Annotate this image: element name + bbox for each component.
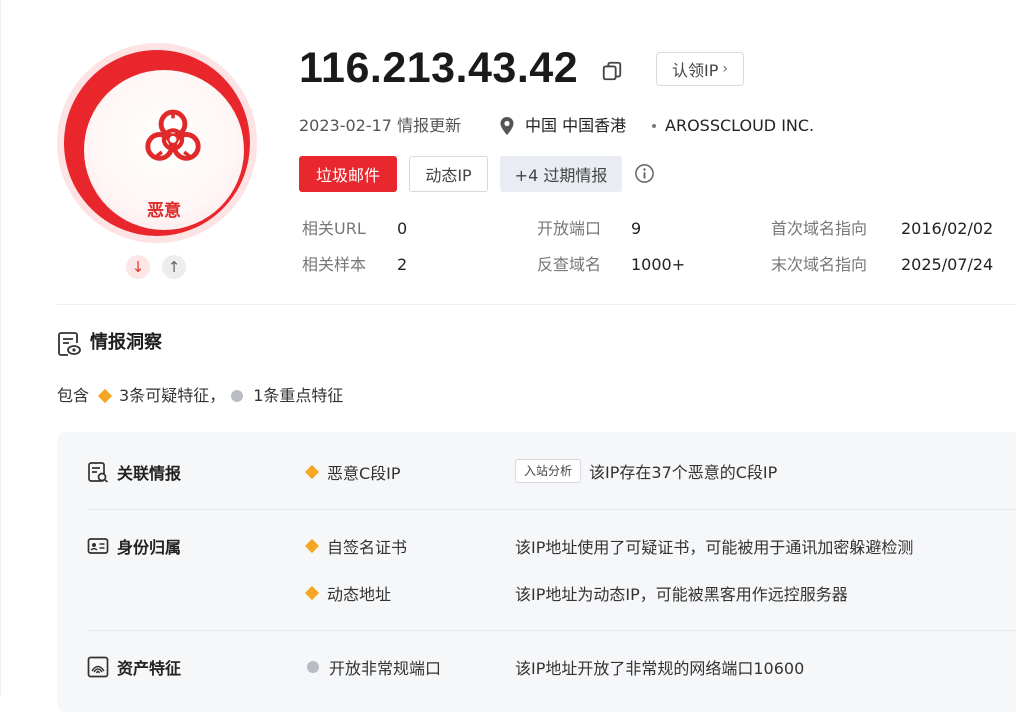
suspicious-marker-icon (304, 464, 320, 480)
feature-description: 该IP地址为动态IP，可能被黑客用作远控服务器 (515, 581, 848, 605)
organization-text: AROSSCLOUD INC. (665, 116, 815, 135)
feature-label: 恶意C段IP (327, 464, 401, 483)
feature-description: 该IP地址开放了非常规的网络端口10600 (515, 655, 804, 679)
stat-related-url-label: 相关URL (302, 219, 366, 238)
feature-label: 动态地址 (327, 585, 392, 604)
feature-label: 自签名证书 (327, 538, 408, 557)
update-date: 2023-02-17 (299, 116, 392, 135)
feature-malicious-c-segment[interactable]: 恶意C段IP (304, 460, 401, 484)
update-label: 情报更新 (397, 116, 462, 135)
category-label: 关联情报 (117, 464, 182, 483)
summary-prefix: 包含 (57, 386, 90, 405)
description-text: 该IP地址为动态IP，可能被黑客用作远控服务器 (515, 585, 848, 604)
category-label: 身份归属 (117, 538, 182, 557)
inbound-analysis-tag[interactable]: 入站分析 (515, 459, 582, 483)
row-divider (87, 509, 1016, 510)
stat-reverse-domain-value[interactable]: 1000+ (631, 254, 685, 276)
arrow-down-icon: ↓ (131, 258, 145, 276)
description-text: 该IP存在37个恶意的C段IP (589, 463, 778, 482)
summary-suspicious: 3条可疑特征， (119, 386, 226, 405)
tag-spam[interactable]: 垃圾邮件 (299, 156, 397, 192)
category-label: 资产特征 (117, 659, 182, 678)
suspicious-marker-icon (304, 538, 320, 554)
claim-ip-label: 认领IP (672, 61, 719, 80)
stat-last-domain-label: 末次域名指向 (771, 255, 868, 274)
tag-dynamic-ip[interactable]: 动态IP (409, 156, 488, 192)
category-asset: 资产特征 (87, 655, 181, 679)
key-marker-icon (231, 390, 244, 402)
related-intel-icon (88, 462, 109, 483)
stat-related-sample-label: 相关样本 (302, 255, 367, 274)
row-divider (87, 630, 1016, 631)
ip-address-title: 116.213.43.42 (299, 44, 579, 92)
page-edge (0, 0, 1, 697)
stat-related-url-value[interactable]: 0 (397, 218, 407, 240)
location-pin-icon (500, 117, 514, 135)
biohazard-icon (145, 109, 201, 161)
section-divider (57, 304, 1016, 305)
summary-key: 1条重点特征 (253, 386, 344, 405)
verdict-label: 恶意 (147, 201, 181, 221)
stat-open-ports-value[interactable]: 9 (631, 218, 641, 240)
feature-dynamic-address[interactable]: 动态地址 (304, 581, 392, 605)
chevron-right-icon: › (722, 61, 728, 77)
tag-expired-intel[interactable]: +4 过期情报 (500, 156, 622, 192)
insight-report-icon (58, 332, 81, 356)
description-text: 该IP地址开放了非常规的网络端口10600 (515, 659, 805, 678)
suspicious-marker-icon (304, 585, 320, 601)
feature-description: 该IP地址使用了可疑证书，可能被用于通讯加密躲避检测 (515, 534, 913, 558)
insight-summary: 包含 3条可疑特征， 1条重点特征 (57, 384, 343, 408)
stat-first-domain-value: 2016/02/02 (901, 219, 994, 238)
category-identity: 身份归属 (87, 534, 181, 558)
verdict-inner: 恶意 (84, 70, 244, 230)
category-related-intel: 关联情报 (87, 460, 181, 484)
verdict-ring: 恶意 (64, 50, 250, 236)
copy-icon[interactable] (601, 60, 623, 82)
claim-ip-button[interactable]: 认领IP › (656, 52, 744, 86)
feature-self-signed-cert[interactable]: 自签名证书 (304, 534, 408, 558)
fingerprint-icon (87, 656, 109, 678)
feature-unusual-port[interactable]: 开放非常规端口 (307, 655, 441, 679)
info-icon[interactable] (634, 163, 655, 184)
insight-title: 情报洞察 (90, 332, 162, 353)
stat-first-domain-label: 首次域名指向 (771, 219, 868, 238)
stat-open-ports-label: 开放端口 (537, 219, 602, 238)
update-info: 2023-02-17 情报更新 (299, 115, 461, 137)
location-text: 中国 中国香港 (525, 116, 627, 135)
verdict-badge: 恶意 (57, 43, 257, 243)
key-marker-icon (307, 661, 319, 673)
description-text: 该IP地址使用了可疑证书，可能被用于通讯加密躲避检测 (515, 538, 914, 557)
stat-last-domain-value: 2025/07/24 (901, 255, 994, 274)
meta-separator-dot (652, 124, 656, 128)
stat-reverse-domain-label: 反查域名 (537, 255, 602, 274)
feature-label: 开放非常规端口 (329, 659, 442, 678)
id-card-icon (87, 538, 109, 554)
suspicious-marker-icon (97, 388, 113, 404)
stat-related-sample-value[interactable]: 2 (397, 254, 407, 276)
vote-down-button[interactable]: ↓ (126, 255, 150, 279)
feature-description: 入站分析 该IP存在37个恶意的C段IP (515, 459, 777, 483)
arrow-up-icon: ↑ (167, 258, 181, 276)
vote-up-button[interactable]: ↑ (162, 255, 186, 279)
